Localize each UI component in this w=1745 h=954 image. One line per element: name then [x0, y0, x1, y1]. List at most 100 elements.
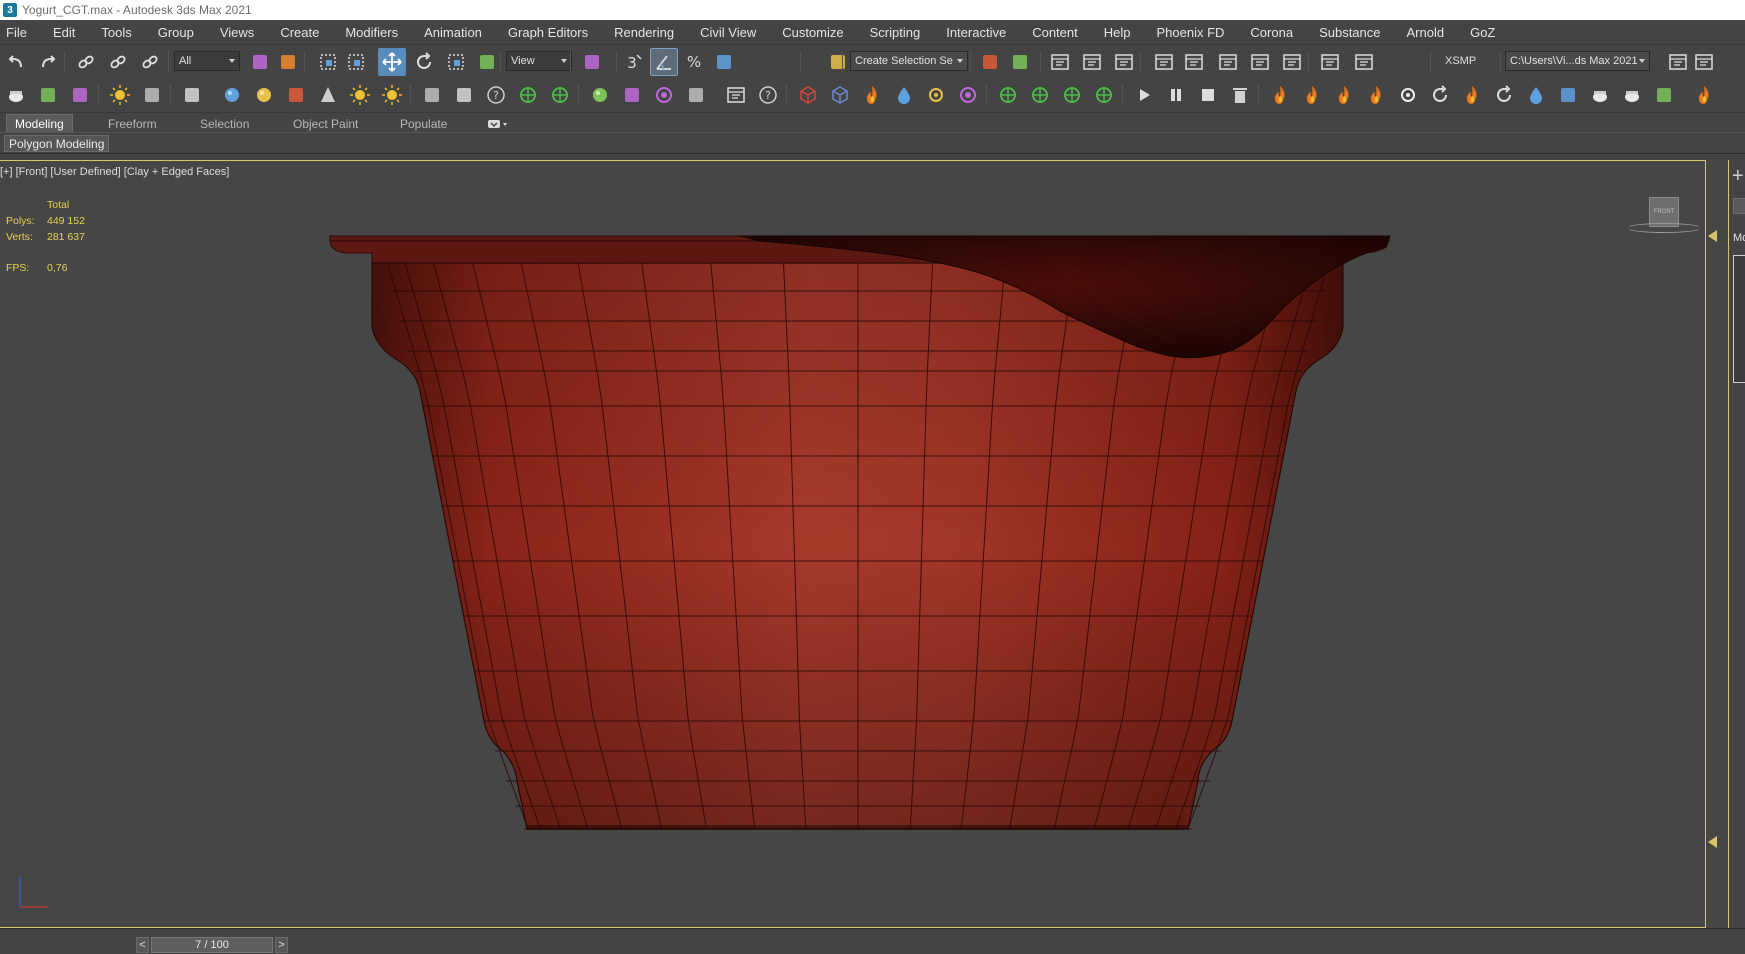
window-crossing-button[interactable] — [342, 48, 370, 76]
menu-civil-view[interactable]: Civil View — [687, 21, 769, 45]
viewport-label[interactable]: [+] [Front] [User Defined] [Clay + Edged… — [0, 166, 229, 178]
helper-button[interactable]: ? — [482, 81, 510, 109]
fire3-button[interactable] — [1330, 81, 1358, 109]
schematic-button[interactable] — [1180, 48, 1208, 76]
plane-button[interactable] — [66, 81, 94, 109]
fire-button[interactable] — [1266, 81, 1294, 109]
rect-region-button[interactable] — [314, 48, 342, 76]
arrow-green-button[interactable] — [1026, 81, 1054, 109]
layer-explorer-button[interactable] — [1078, 48, 1106, 76]
circle-purple-button[interactable] — [954, 81, 982, 109]
render-setup-button[interactable] — [1246, 48, 1274, 76]
rotate-button[interactable] — [410, 48, 438, 76]
bowl-button[interactable] — [1618, 81, 1646, 109]
camera-button[interactable] — [138, 81, 166, 109]
command-panel-field[interactable] — [1733, 198, 1745, 214]
render-online-button[interactable] — [1350, 48, 1378, 76]
box-button[interactable] — [34, 81, 62, 109]
fire4-button[interactable] — [1362, 81, 1390, 109]
rendered-frame-button[interactable] — [1278, 48, 1306, 76]
menu-views[interactable]: Views — [207, 21, 267, 45]
menu-arnold[interactable]: Arnold — [1394, 21, 1458, 45]
flame-button[interactable] — [1458, 81, 1486, 109]
menu-create[interactable]: Create — [267, 21, 332, 45]
script-button[interactable] — [682, 81, 710, 109]
tab-object-paint[interactable]: Object Paint — [285, 114, 366, 133]
bind-spacewarp-button[interactable] — [136, 48, 164, 76]
time-slider[interactable]: 7 / 100 — [151, 937, 273, 953]
tab-modeling[interactable]: Modeling — [6, 114, 73, 133]
menu-help[interactable]: Help — [1091, 21, 1144, 45]
curve-editor-button[interactable] — [1150, 48, 1178, 76]
menu-content[interactable]: Content — [1019, 21, 1091, 45]
fire-red-button[interactable] — [858, 81, 886, 109]
fire2-button[interactable] — [1298, 81, 1326, 109]
menu-group[interactable]: Group — [145, 21, 207, 45]
cube-red-button[interactable] — [794, 81, 822, 109]
pause-button[interactable] — [1162, 81, 1190, 109]
selection-filter-dropdown[interactable]: All — [174, 51, 240, 71]
time-next-button[interactable]: > — [275, 937, 288, 953]
spinner-snap-button[interactable] — [710, 48, 738, 76]
swirl-button[interactable] — [1490, 81, 1518, 109]
create-tab-icon[interactable]: + — [1732, 166, 1744, 186]
teapot-button[interactable] — [2, 81, 30, 109]
cup-button[interactable] — [1586, 81, 1614, 109]
bones-button[interactable] — [450, 81, 478, 109]
menu-scripting[interactable]: Scripting — [857, 21, 934, 45]
menu-customize[interactable]: Customize — [769, 21, 856, 45]
folder-button[interactable] — [1690, 48, 1718, 76]
menu-animation[interactable]: Animation — [411, 21, 495, 45]
play-button[interactable] — [1130, 81, 1158, 109]
light-button[interactable] — [106, 81, 134, 109]
modifier-tab-label[interactable]: Mo — [1733, 232, 1745, 246]
grid-green-button[interactable] — [1058, 81, 1086, 109]
fire-end-button[interactable] — [1690, 81, 1718, 109]
select-object-button[interactable] — [246, 48, 274, 76]
lightbulb-button[interactable] — [378, 81, 406, 109]
stop-button[interactable] — [1194, 81, 1222, 109]
shell-button[interactable] — [1650, 81, 1678, 109]
media-button[interactable] — [650, 81, 678, 109]
sun-button[interactable] — [346, 81, 374, 109]
help-button[interactable]: ? — [754, 81, 782, 109]
water-button[interactable] — [890, 81, 918, 109]
grid-button[interactable] — [418, 81, 446, 109]
menu-interactive[interactable]: Interactive — [933, 21, 1019, 45]
viewport-front[interactable]: [+] [Front] [User Defined] [Clay + Edged… — [0, 160, 1706, 928]
menu-phoenix-fd[interactable]: Phoenix FD — [1144, 21, 1238, 45]
paint-button[interactable] — [1554, 81, 1582, 109]
scene-button[interactable] — [722, 81, 750, 109]
spiral-button[interactable] — [1426, 81, 1454, 109]
place-button[interactable] — [473, 48, 501, 76]
cone-button[interactable] — [314, 81, 342, 109]
select-by-name-button[interactable] — [274, 48, 302, 76]
burst-green-button[interactable] — [1090, 81, 1118, 109]
project-path-dropdown[interactable]: C:\Users\Vi...ds Max 2021 — [1505, 51, 1650, 71]
cube-blue-button[interactable] — [826, 81, 854, 109]
toggle-ribbon-button[interactable] — [1110, 48, 1138, 76]
sphere-button[interactable] — [218, 81, 246, 109]
polygon-modeling-panel[interactable]: Polygon Modeling — [4, 135, 110, 152]
hair-button[interactable] — [514, 81, 542, 109]
modifier-list-box[interactable] — [1733, 255, 1745, 383]
undo-button[interactable] — [2, 48, 30, 76]
tab-freeform[interactable]: Freeform — [100, 114, 165, 133]
snap-toggle-button[interactable]: 3 — [620, 48, 648, 76]
time-prev-button[interactable]: < — [136, 937, 149, 953]
move-button[interactable] — [378, 48, 406, 76]
torus-button[interactable] — [282, 81, 310, 109]
menu-graph-editors[interactable]: Graph Editors — [495, 21, 601, 45]
menu-edit[interactable]: Edit — [40, 21, 88, 45]
scale-button[interactable] — [442, 48, 470, 76]
viewcube[interactable]: FRONT — [1620, 197, 1705, 241]
reference-coord-dropdown[interactable]: View — [506, 51, 572, 71]
render-button[interactable] — [1316, 48, 1344, 76]
tab-populate[interactable]: Populate — [392, 114, 455, 133]
link-button[interactable] — [72, 48, 100, 76]
edit-named-sel-button[interactable] — [824, 48, 852, 76]
menu-file[interactable]: File — [0, 21, 40, 45]
pivot-button[interactable] — [578, 48, 606, 76]
particle-button[interactable] — [178, 81, 206, 109]
angle-snap-button[interactable] — [650, 48, 678, 76]
